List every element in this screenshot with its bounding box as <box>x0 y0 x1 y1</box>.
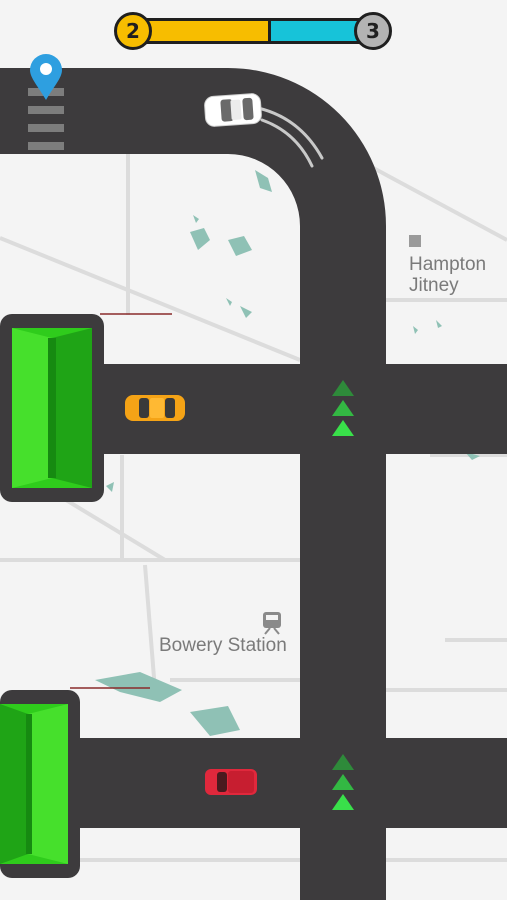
game-board <box>0 0 507 900</box>
level-progress-bar: 2 3 <box>114 12 394 52</box>
player-car[interactable] <box>204 93 262 127</box>
red-car[interactable] <box>205 769 257 795</box>
current-level-badge: 2 <box>114 12 152 50</box>
progress-fill <box>132 18 268 44</box>
orange-car[interactable] <box>125 395 185 421</box>
next-level-badge: 3 <box>354 12 392 50</box>
map-label-bowery-station: Bowery Station <box>159 635 287 656</box>
garage-lower[interactable] <box>0 690 80 878</box>
map-label-jitney: Jitney <box>409 275 459 296</box>
bus-stop-icon <box>409 235 421 247</box>
map-label-hampton: Hampton <box>409 254 487 275</box>
lower-crossroad <box>60 738 507 828</box>
garage-upper[interactable] <box>0 314 104 502</box>
